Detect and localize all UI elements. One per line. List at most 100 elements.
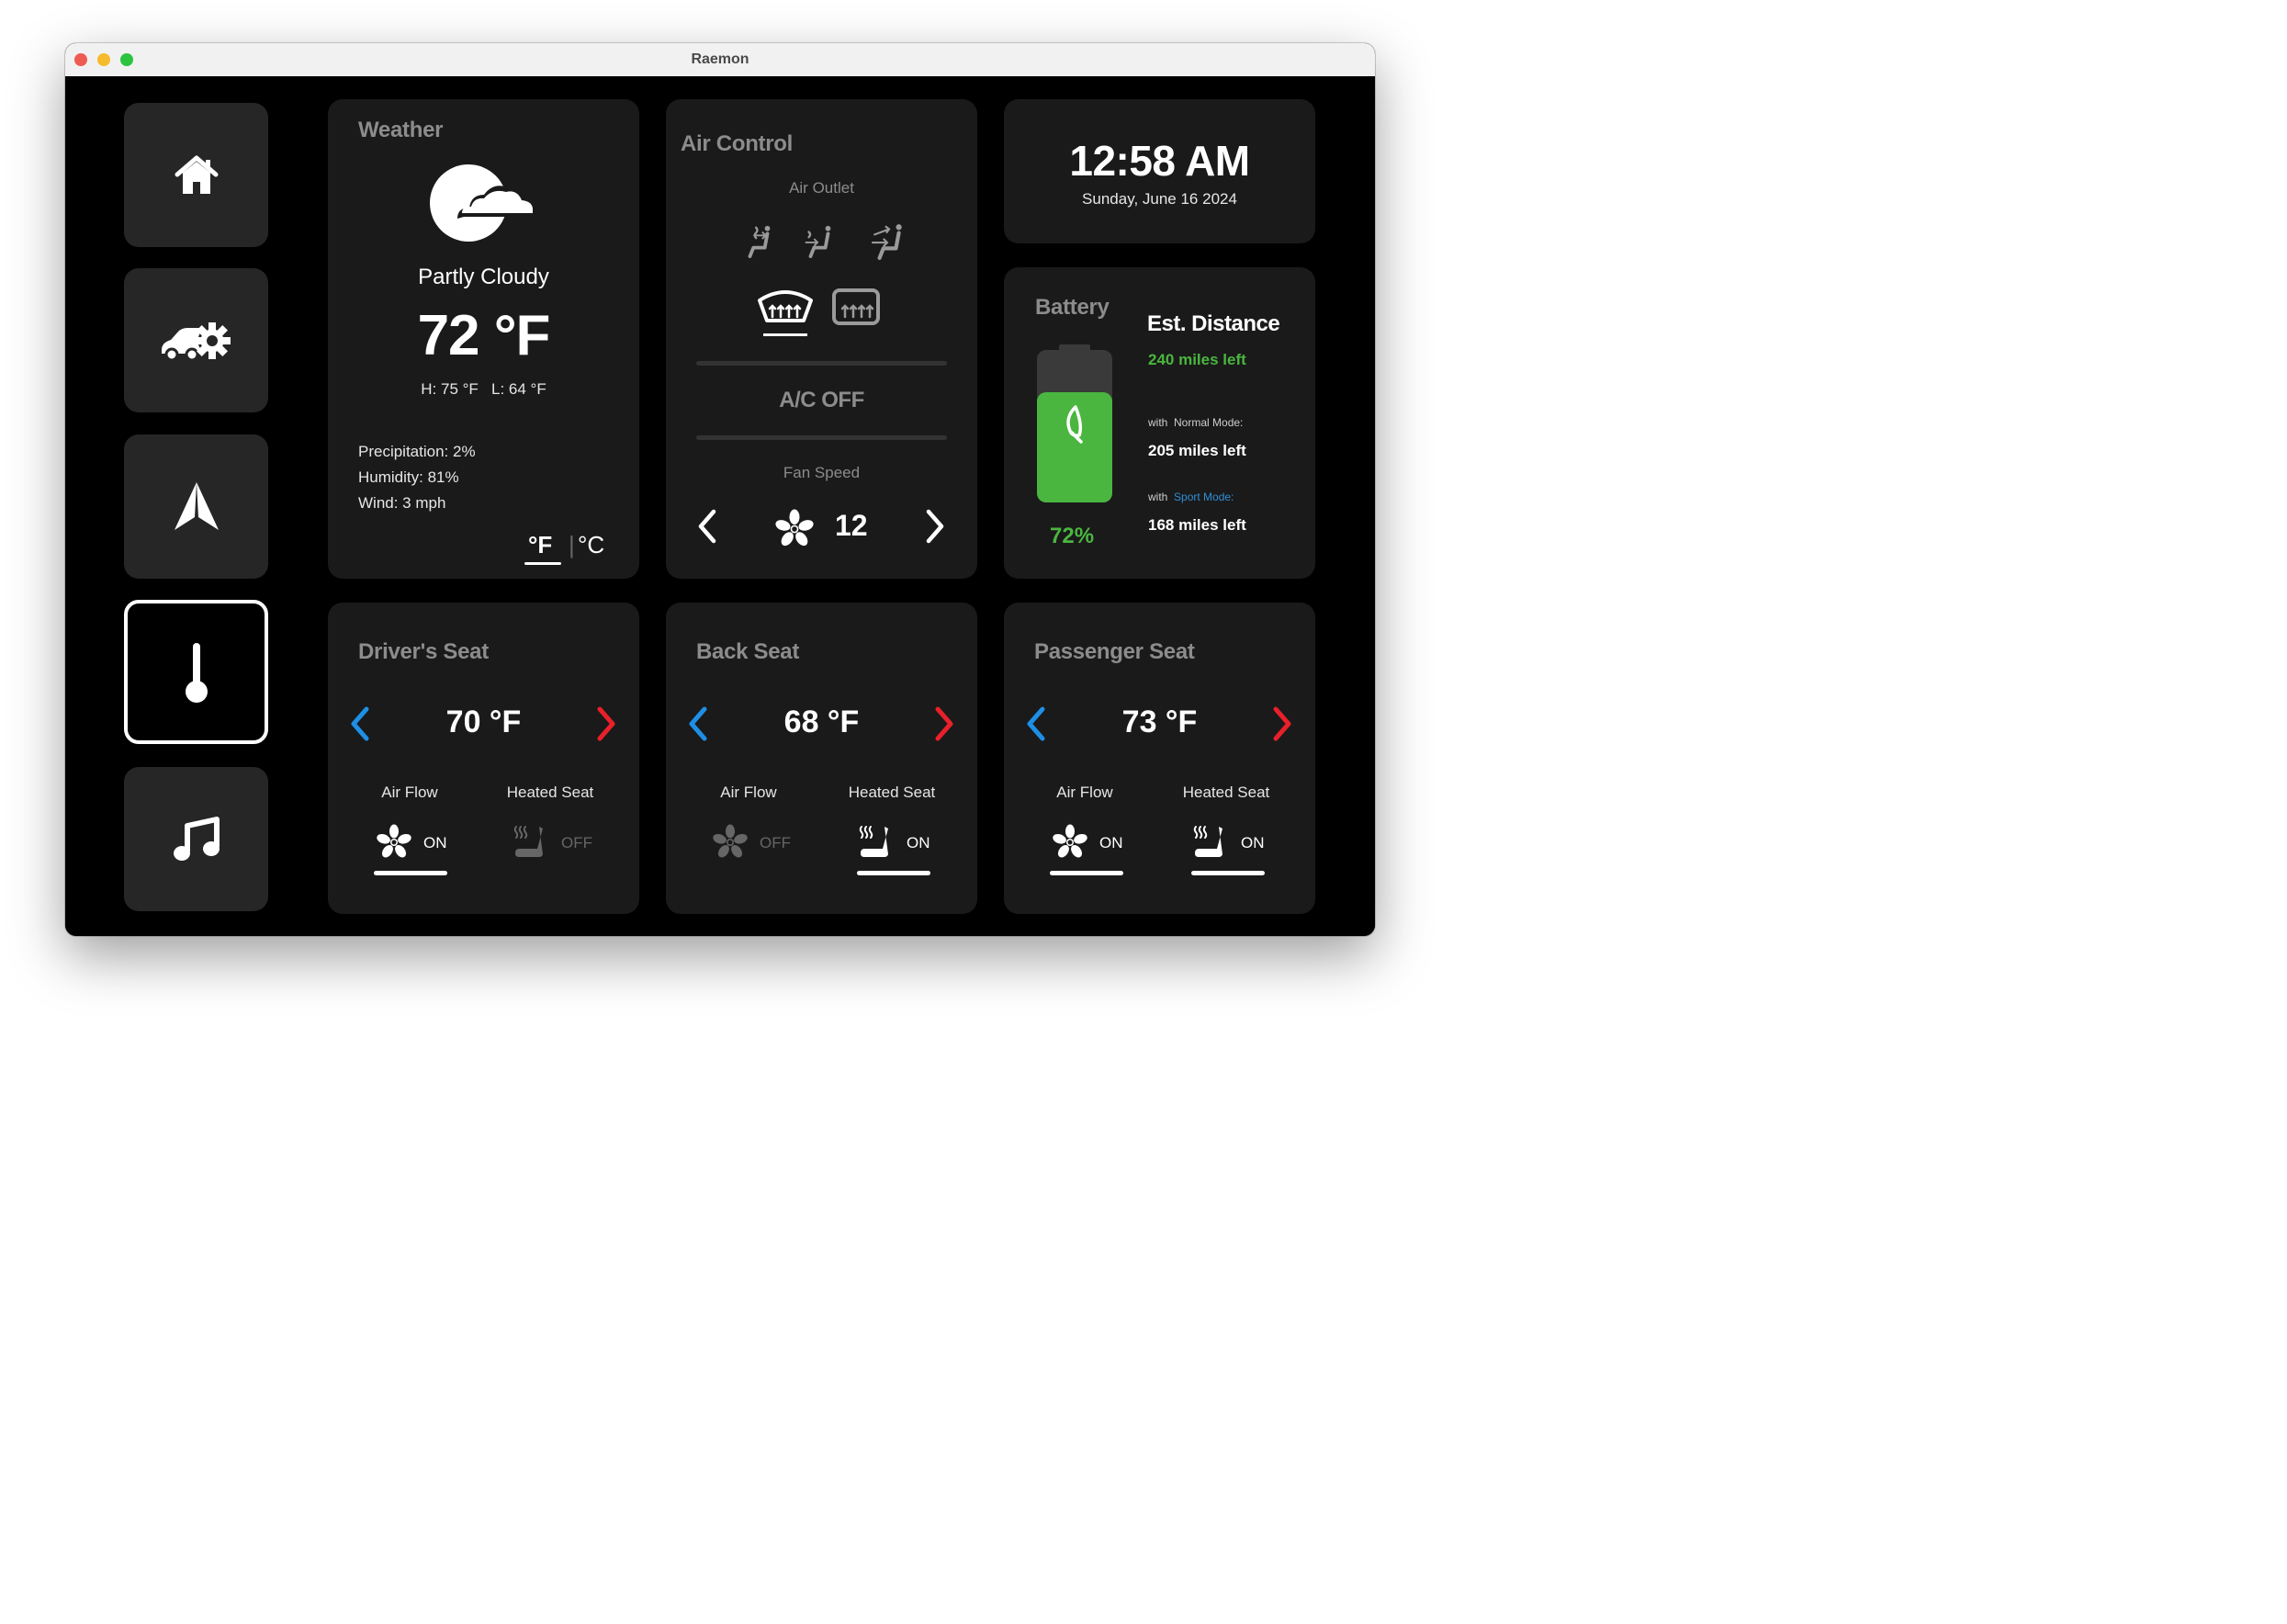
driver-seat-card: Driver's Seat 70 °F Air Flow Heated Seat… [328, 603, 639, 914]
chevron-right-icon [926, 509, 944, 544]
nav-vehicle-settings-button[interactable] [124, 268, 268, 412]
heated-seat-label: Heated Seat [1182, 784, 1270, 801]
sport-prefix: with [1148, 491, 1168, 503]
fan-speed-value: 12 [835, 509, 868, 542]
partly-cloudy-icon [430, 164, 538, 242]
active-indicator [857, 871, 930, 875]
air-flow-label: Air Flow [1056, 784, 1113, 801]
battery-percent: 72% [1050, 524, 1095, 548]
active-indicator [1191, 871, 1265, 875]
app-window: Raemon Weather Partly Cloudy 72 °F H: 75… [65, 43, 1375, 936]
sport-mode-miles: 168 miles left [1148, 516, 1246, 534]
est-distance-title: Est. Distance [1147, 311, 1280, 336]
chevron-right-icon [935, 706, 953, 741]
temp-increase-button[interactable] [1270, 705, 1294, 742]
battery-title: Battery [1035, 295, 1110, 320]
heated-seat-icon [1193, 824, 1230, 861]
temp-increase-button[interactable] [594, 705, 618, 742]
normal-mode-label: Normal Mode: [1174, 416, 1244, 429]
unit-celsius-button[interactable]: °C [578, 531, 604, 559]
normal-mode-caption: with Normal Mode: [1148, 416, 1243, 429]
temp-increase-button[interactable] [932, 705, 956, 742]
air-flow-toggle[interactable]: OFF [710, 822, 793, 877]
air-flow-label: Air Flow [720, 784, 777, 801]
title-bar: Raemon [65, 43, 1375, 77]
chevron-left-icon [698, 509, 716, 544]
unit-selected-indicator [524, 562, 561, 565]
weather-high-low: H: 75 °F L: 64 °F [421, 380, 546, 398]
air-flow-toggle[interactable]: ON [372, 822, 449, 877]
air-outlet-feet-button[interactable] [802, 221, 837, 260]
navigation-icon [174, 481, 219, 530]
rear-defrost-button[interactable] [831, 288, 881, 328]
seat-temperature: 73 °F [1121, 705, 1198, 739]
air-flow-status: ON [423, 834, 447, 851]
seat-temperature: 70 °F [445, 705, 522, 739]
clock-card: 12:58 AM Sunday, June 16 2024 [1004, 99, 1315, 243]
passenger-seat-card: Passenger Seat 73 °F Air Flow Heated Sea… [1004, 603, 1315, 914]
normal-mode-miles: 205 miles left [1148, 442, 1246, 459]
heated-seat-label: Heated Seat [848, 784, 936, 801]
home-icon [175, 155, 218, 194]
divider [696, 435, 947, 440]
front-defrost-active-indicator [763, 333, 807, 336]
chevron-right-icon [597, 706, 615, 741]
unit-separator: | [569, 531, 575, 558]
heated-seat-label: Heated Seat [506, 784, 594, 801]
active-indicator [1050, 871, 1123, 875]
seat-title: Driver's Seat [358, 639, 489, 664]
nav-home-button[interactable] [124, 103, 268, 247]
fan-icon [712, 824, 749, 861]
heated-seat-icon [859, 824, 896, 861]
heated-seat-toggle[interactable]: ON [1189, 822, 1267, 877]
thermometer-icon [185, 642, 208, 703]
weather-humidity: Humidity: 81% [358, 468, 459, 486]
fan-speed-increase-button[interactable] [923, 508, 947, 545]
back-seat-card: Back Seat 68 °F Air Flow Heated Seat OFF… [666, 603, 977, 914]
fan-icon [376, 824, 412, 861]
sport-mode-caption: with Sport Mode: [1148, 491, 1234, 503]
air-outlet-face-feet-button[interactable] [868, 221, 907, 260]
heated-seat-status: ON [1241, 834, 1265, 851]
dashboard: Weather Partly Cloudy 72 °F H: 75 °F L: … [65, 76, 1375, 936]
front-defrost-button[interactable] [756, 288, 815, 339]
active-indicator [374, 871, 447, 875]
battery-card: Battery 72% Est. Distance 240 miles left… [1004, 267, 1315, 579]
unit-fahrenheit-button[interactable]: °F [528, 531, 552, 559]
heated-seat-toggle[interactable]: OFF [512, 822, 594, 877]
weather-card: Weather Partly Cloudy 72 °F H: 75 °F L: … [328, 99, 639, 579]
air-flow-status: ON [1099, 834, 1123, 851]
normal-prefix: with [1148, 416, 1168, 429]
sport-mode-label: Sport Mode: [1174, 491, 1234, 503]
seat-title: Passenger Seat [1034, 639, 1195, 664]
air-flow-status: OFF [760, 834, 791, 851]
seat-title: Back Seat [696, 639, 800, 664]
heated-seat-status: OFF [561, 834, 592, 851]
weather-temperature: 72 °F [417, 304, 551, 367]
nav-navigation-button[interactable] [124, 434, 268, 579]
heated-seat-status: ON [907, 834, 930, 851]
nav-media-button[interactable] [124, 767, 268, 911]
air-control-title: Air Control [681, 131, 794, 156]
ac-toggle-button[interactable]: A/C OFF [666, 388, 977, 413]
weather-condition: Partly Cloudy [418, 265, 549, 289]
weather-precipitation: Precipitation: 2% [358, 443, 476, 460]
air-outlet-face-button[interactable] [741, 221, 776, 260]
window-title: Raemon [691, 51, 749, 67]
miles-left: 240 miles left [1148, 351, 1246, 368]
seat-temperature: 68 °F [783, 705, 860, 739]
battery-gauge [1037, 344, 1112, 502]
fan-icon [1052, 824, 1088, 861]
nav-climate-button[interactable] [124, 600, 268, 744]
air-flow-toggle[interactable]: ON [1048, 822, 1125, 877]
fan-speed-label: Fan Speed [783, 464, 861, 481]
heated-seat-icon [513, 824, 550, 861]
clock-date: Sunday, June 16 2024 [1082, 190, 1237, 208]
air-outlet-label: Air Outlet [789, 179, 854, 197]
fan-speed-decrease-button[interactable] [695, 508, 719, 545]
air-control-card: Air Control Air Outlet A/C OFF Fan Speed… [666, 99, 977, 579]
air-flow-label: Air Flow [381, 784, 438, 801]
chevron-right-icon [1273, 706, 1291, 741]
heated-seat-toggle[interactable]: ON [855, 822, 932, 877]
music-icon [173, 816, 220, 861]
